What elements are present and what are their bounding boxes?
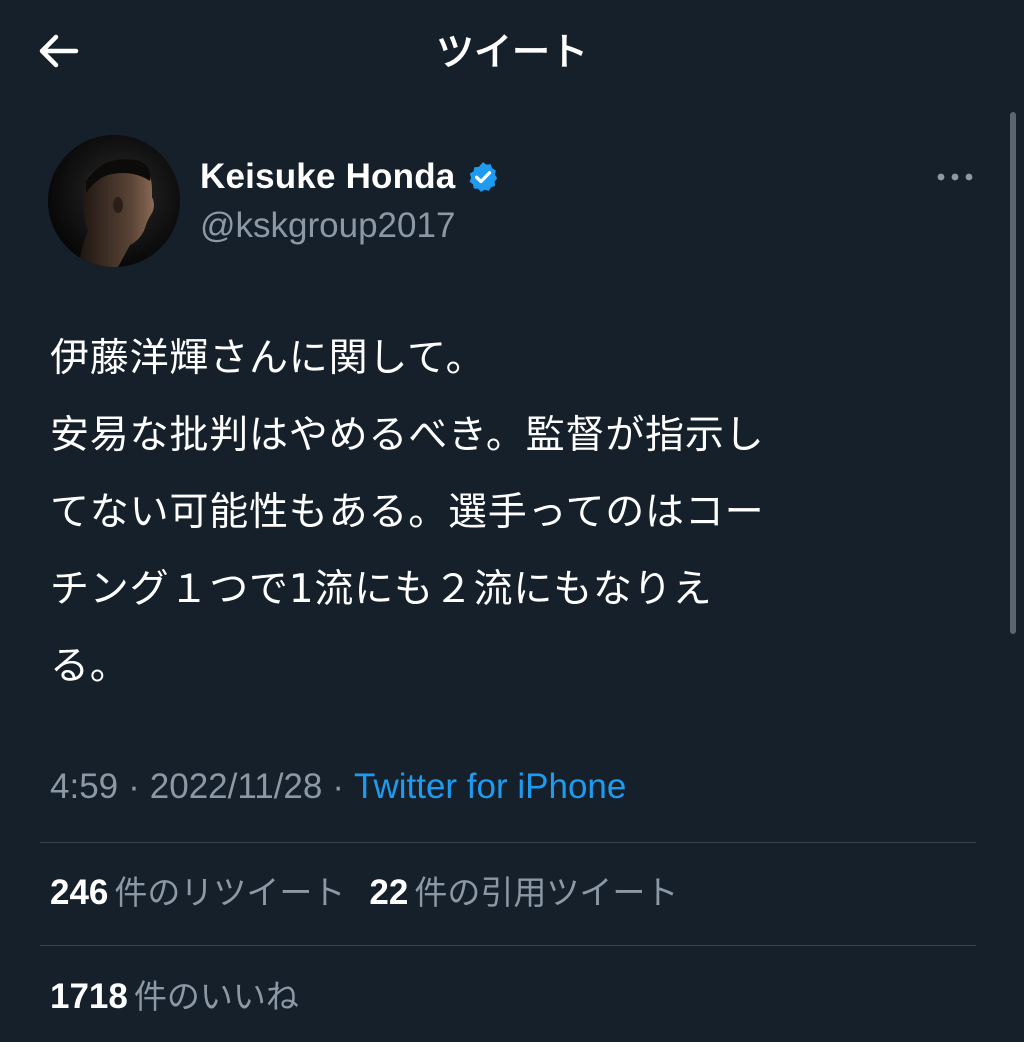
author-name-row[interactable]: Keisuke Honda [200,154,501,200]
avatar[interactable] [48,135,180,267]
tweet-text-line: る。 [50,644,130,689]
page-title: ツイート [435,30,588,74]
tweet-text-line: チング１つで1流にも２流にもなりえ [50,567,713,612]
tweet-metadata: 4:59 · 2022/11/28 · Twitter for iPhone [50,764,626,810]
scrollbar[interactable] [1010,112,1016,634]
author-handle[interactable]: @kskgroup2017 [200,203,455,249]
tweet-text-line: 安易な批判はやめるべき。監督が指示し [50,413,765,458]
tweet-date: 2022/11/28 [149,767,323,806]
engagement-stats-row: 246 件のリツイート 22 件の引用ツイート [50,870,702,916]
more-options-button[interactable] [930,158,980,198]
header-bar: ツイート [0,0,1024,104]
likes-stats-row: 1718 件のいいね [50,974,323,1020]
tweet-text-line: てない可能性もある。選手ってのはコー [50,490,765,535]
author-name[interactable]: Keisuke Honda [200,157,455,197]
divider [40,945,976,946]
meta-separator: · [332,767,345,806]
tweet-text: 伊藤洋輝さんに関して。 安易な批判はやめるべき。監督が指示し てない可能性もある… [50,320,980,705]
retweets-label: 件のリツイート [114,873,346,912]
likes-label: 件のいいね [133,977,299,1016]
quotes-stat[interactable]: 22 件の引用ツイート [369,870,678,916]
more-horizontal-icon [935,169,975,187]
retweets-stat[interactable]: 246 件のリツイート [50,870,345,916]
tweet-source-link[interactable]: Twitter for iPhone [354,767,626,806]
meta-separator: · [128,767,140,806]
likes-count: 1718 [50,977,128,1016]
retweets-count: 246 [50,873,109,912]
quotes-count: 22 [369,873,409,912]
divider [40,842,976,843]
tweet-detail-screen: ツイート Keisuke Honda @kskgroup2017 伊藤洋輝さんに… [0,0,1024,1042]
tweet-text-line: 伊藤洋輝さんに関して。 [50,336,486,381]
verified-badge-icon [465,159,501,195]
likes-stat[interactable]: 1718 件のいいね [50,974,299,1020]
quotes-label: 件の引用ツイート [414,873,679,912]
tweet-time: 4:59 [50,767,119,806]
